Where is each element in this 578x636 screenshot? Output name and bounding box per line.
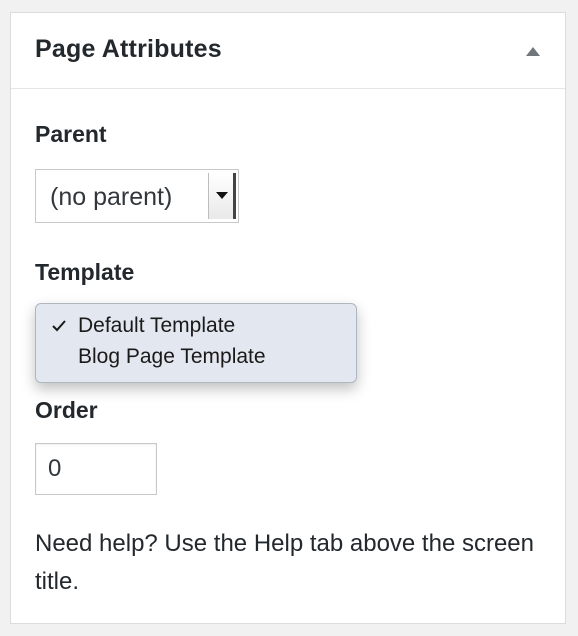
order-input[interactable] (35, 443, 157, 495)
page-attributes-panel: Page Attributes Parent (no parent) Templ… (10, 12, 566, 624)
triangle-up-icon (526, 47, 540, 56)
parent-select-value: (no parent) (50, 183, 173, 211)
template-option-default[interactable]: Default Template (78, 314, 235, 338)
template-label: Template (35, 259, 135, 285)
order-label: Order (35, 397, 98, 423)
checkmark-icon (52, 320, 66, 332)
help-text: Need help? Use the Help tab above the sc… (35, 530, 534, 595)
template-option-blog[interactable]: Blog Page Template (78, 345, 266, 369)
chevron-down-icon (208, 173, 236, 219)
parent-label: Parent (35, 121, 107, 147)
panel-header: Page Attributes (11, 13, 565, 89)
collapse-toggle-button[interactable] (519, 37, 547, 65)
template-dropdown[interactable]: Default Template Blog Page Template (35, 303, 357, 383)
parent-select[interactable]: (no parent) (35, 169, 239, 223)
panel-title: Page Attributes (35, 35, 222, 63)
